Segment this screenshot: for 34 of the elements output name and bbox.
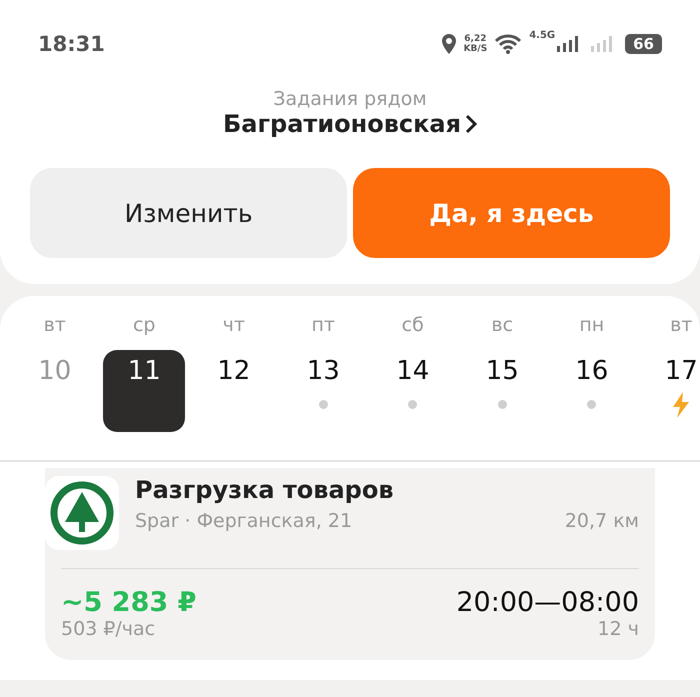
location-link[interactable]: Багратионовская: [223, 110, 477, 138]
battery-level: 66: [625, 34, 662, 54]
calendar-day[interactable]: 12: [192, 350, 275, 432]
location-icon: [442, 34, 456, 54]
status-time: 18:31: [38, 32, 105, 56]
hourly-rate: 503 ₽/час: [61, 618, 156, 640]
calendar-day[interactable]: 14: [372, 350, 454, 432]
store-logo-icon: [45, 476, 119, 550]
weekday-label: ср: [132, 314, 156, 338]
network-speed: 6,22 KB/S: [464, 34, 488, 54]
task-pay: ~5 283 ₽: [61, 587, 196, 618]
calendar-day[interactable]: 16: [550, 350, 633, 432]
change-button[interactable]: Изменить: [30, 168, 347, 258]
network-type: 4.5G: [529, 30, 556, 41]
task-card[interactable]: Разгрузка товаров Spar · Ферганская, 21 20,7 км ~5 283 ₽ 503 ₽/час 20:00—08:00 12 ч: [45, 468, 655, 660]
calendar-day[interactable]: 15: [461, 350, 544, 432]
nearby-tasks-label: Задания рядом: [273, 88, 427, 110]
calendar-day[interactable]: 13: [282, 350, 364, 432]
weekday-label: вт: [670, 314, 692, 338]
task-distance: 20,7 км: [564, 510, 639, 532]
weekday-label: пн: [579, 314, 604, 338]
calendar-day[interactable]: 11: [103, 350, 186, 432]
task-duration: 12 ч: [598, 618, 639, 640]
task-title: Разгрузка товаров: [135, 476, 395, 504]
weekday-label: вт: [44, 314, 66, 338]
weekday-label: сб: [402, 314, 424, 338]
weekday-label: вс: [491, 314, 514, 338]
wifi-icon: [495, 34, 522, 54]
weekday-label: пт: [312, 314, 335, 338]
task-address: Spar · Ферганская, 21: [135, 510, 352, 532]
weekday-label: чт: [222, 314, 245, 338]
chevron-icon: [465, 114, 477, 134]
task-time: 20:00—08:00: [456, 587, 639, 618]
calendar-day[interactable]: 17: [640, 350, 700, 432]
